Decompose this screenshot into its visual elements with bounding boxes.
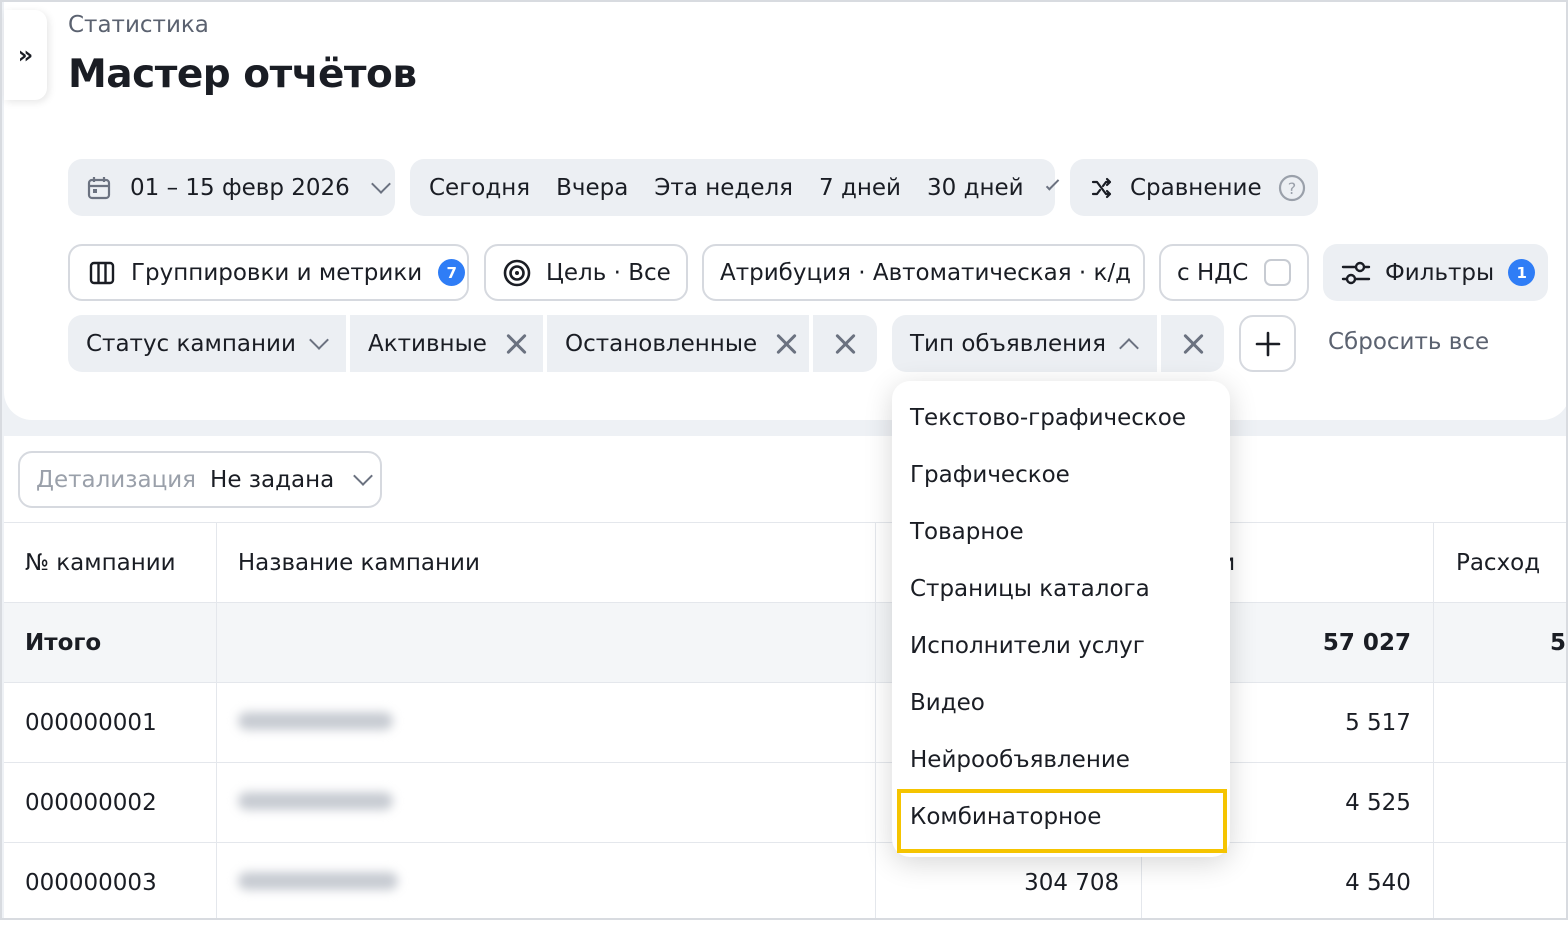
filters-count-badge: 1 (1508, 259, 1536, 286)
vat-label: с НДС (1177, 259, 1249, 286)
page-title: Мастер отчётов (68, 52, 417, 97)
redacted-name (237, 791, 393, 810)
sliders-icon (1341, 261, 1371, 284)
report-table: № кампании Название кампании и Расход Ит… (4, 522, 1566, 918)
column-header-spend[interactable]: Расход (1433, 522, 1566, 603)
date-range-picker[interactable]: 01 – 15 февр 2026 (68, 159, 395, 216)
target-icon (503, 259, 531, 286)
campaign-name[interactable] (216, 842, 877, 918)
preset-this-week[interactable]: Эта неделя (654, 175, 793, 201)
plus-icon (1255, 331, 1280, 356)
preset-7-days[interactable]: 7 дней (819, 175, 901, 201)
preset-yesterday[interactable]: Вчера (556, 175, 628, 201)
campaign-status-filter[interactable]: Статус кампании (68, 315, 346, 372)
attribution-selector[interactable]: Атрибуция · Автоматическая · к/д (702, 244, 1145, 301)
redacted-name (237, 871, 398, 890)
close-icon (1182, 333, 1204, 355)
campaign-id: 000000003 (4, 842, 217, 918)
column-header-campaign-name[interactable]: Название кампании (216, 522, 877, 603)
chevron-down-icon (309, 329, 329, 350)
campaign-id: 000000001 (4, 682, 217, 763)
ad-type-dropdown: Текстово-графическое Графическое Товарно… (892, 381, 1230, 857)
status-chip-active: Активные (350, 315, 543, 372)
goal-selector[interactable]: Цель · Все (484, 244, 688, 301)
detail-selector[interactable]: Детализация Не задана (18, 451, 382, 508)
detail-label: Детализация (36, 466, 197, 493)
ad-type-label: Тип объявления (910, 330, 1106, 357)
status-chip-label: Остановленные (565, 330, 758, 357)
compare-label: Сравнение (1130, 174, 1262, 201)
table-row-total: Итого 57 027 5 (4, 602, 1566, 683)
table-cell (1433, 682, 1566, 763)
ad-type-option-graphic[interactable]: Графическое (910, 462, 1070, 488)
ad-type-option-service-providers[interactable]: Исполнители услуг (910, 633, 1145, 659)
calendar-icon (87, 176, 111, 199)
table-header-row: № кампании Название кампании и Расход (4, 522, 1566, 603)
ad-type-option-catalog-pages[interactable]: Страницы каталога (910, 576, 1150, 602)
campaign-name[interactable] (216, 682, 877, 763)
close-icon[interactable] (505, 333, 527, 355)
sidebar-expand-button[interactable]: » (4, 10, 47, 100)
groupings-label: Группировки и метрики (131, 259, 423, 286)
table-row[interactable]: 000000001 5 517 (4, 682, 1566, 763)
redacted-name (237, 711, 393, 730)
campaign-status-label: Статус кампании (86, 330, 296, 357)
breadcrumb[interactable]: Статистика (68, 12, 209, 38)
table-cell (1433, 842, 1566, 918)
table-row[interactable]: 000000002 4 525 (4, 762, 1566, 843)
period-presets: Сегодня Вчера Эта неделя 7 дней 30 дней (410, 159, 1060, 216)
columns-icon (89, 261, 115, 284)
shuffle-icon (1091, 177, 1112, 198)
detail-value: Не задана (210, 466, 335, 493)
campaign-name[interactable] (216, 762, 877, 843)
chevron-down-icon (370, 173, 391, 194)
compare-button[interactable]: Сравнение ? (1070, 159, 1318, 216)
groupings-count-badge: 7 (438, 259, 466, 286)
preset-today[interactable]: Сегодня (429, 175, 530, 201)
ad-type-option-product[interactable]: Товарное (910, 519, 1024, 545)
ad-type-option-text-graphic[interactable]: Текстово-графическое (910, 405, 1186, 431)
remove-status-filter-button[interactable] (813, 315, 877, 372)
app-frame: » Статистика Мастер отчётов 01 – 15 февр… (0, 0, 1568, 920)
status-chip-stopped: Остановленные (547, 315, 809, 372)
ad-type-option-neuro-ad[interactable]: Нейрообъявление (910, 747, 1130, 773)
reset-all-link[interactable]: Сбросить все (1328, 329, 1489, 355)
filters-button[interactable]: Фильтры 1 (1323, 244, 1548, 301)
close-icon (834, 333, 856, 355)
filters-label: Фильтры (1385, 259, 1495, 286)
remove-ad-type-filter-button[interactable] (1161, 315, 1224, 372)
attribution-label: Атрибуция · Автоматическая · к/д (720, 259, 1132, 286)
highlight-frame (897, 789, 1227, 853)
add-filter-button[interactable] (1239, 315, 1296, 372)
preset-30-days[interactable]: 30 дней (927, 175, 1024, 201)
table-row[interactable]: 000000003 304 708 4 540 (4, 842, 1566, 918)
date-range-value: 01 – 15 февр 2026 (130, 174, 350, 201)
column-header-campaign-id[interactable]: № кампании (4, 522, 217, 603)
chevron-up-icon (1119, 337, 1139, 358)
goal-label: Цель · Все (546, 259, 671, 286)
status-chip-label: Активные (368, 330, 487, 357)
groupings-metrics-button[interactable]: Группировки и метрики 7 (68, 244, 469, 301)
table-cell (1433, 762, 1566, 843)
chevron-down-icon (353, 465, 374, 486)
close-icon[interactable] (775, 333, 797, 355)
total-spend: 5 (1433, 602, 1566, 683)
svg-text:?: ? (1287, 179, 1296, 198)
campaign-id: 000000002 (4, 762, 217, 843)
ad-type-option-video[interactable]: Видео (910, 690, 985, 716)
total-label: Итого (4, 602, 217, 683)
table-cell (216, 602, 877, 683)
help-icon[interactable]: ? (1278, 174, 1306, 202)
vat-checkbox[interactable] (1264, 259, 1292, 286)
vat-toggle[interactable]: с НДС (1159, 244, 1309, 301)
ad-type-filter[interactable]: Тип объявления (892, 315, 1157, 372)
